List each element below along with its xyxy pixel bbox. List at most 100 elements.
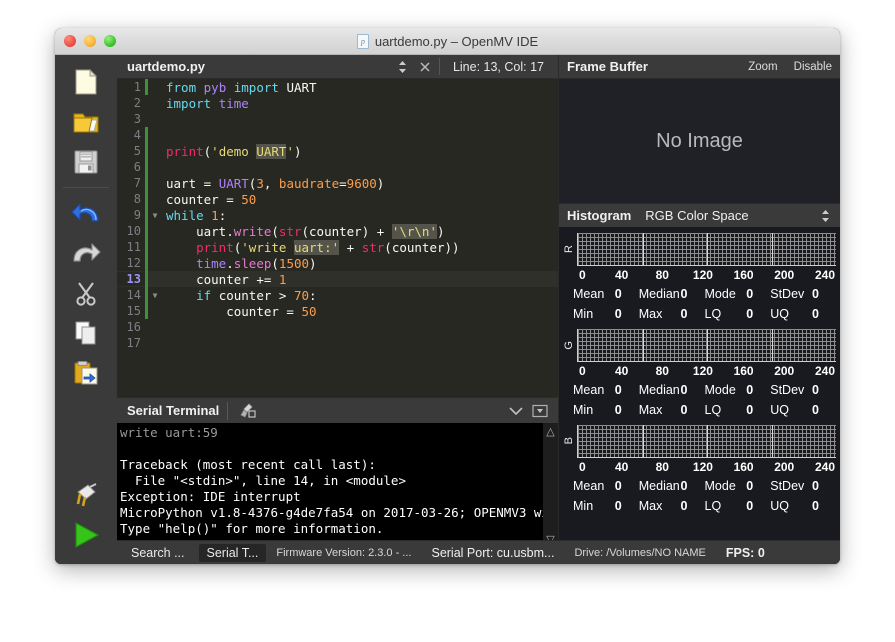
frame-buffer-disable-button[interactable]: Disable xyxy=(786,61,840,73)
change-marker xyxy=(145,191,148,207)
axis-tick-label: 40 xyxy=(614,460,629,474)
stat-value: 0 xyxy=(680,479,688,493)
code-line[interactable]: 9 ▼ while 1: xyxy=(117,207,558,223)
change-marker xyxy=(145,95,148,111)
maximize-window-button[interactable] xyxy=(104,35,116,47)
histogram-x-axis: 0 40 80 120 160 200 240 xyxy=(577,364,836,378)
line-number: 6 xyxy=(117,160,145,174)
code-line[interactable]: 15 counter = 50 xyxy=(117,303,558,319)
collapse-terminal-button[interactable] xyxy=(504,401,528,421)
fold-collapse-icon[interactable]: ▼ xyxy=(148,211,162,220)
code-line[interactable]: 8 counter = 50 xyxy=(117,191,558,207)
cut-button[interactable] xyxy=(65,274,107,312)
histogram-channel: G 0 40 80 120 160 200 240 Mean 0 Median 0 Mode 0 StDev… xyxy=(559,325,840,421)
new-file-button[interactable] xyxy=(65,63,107,101)
change-marker xyxy=(145,335,148,351)
axis-tick-label: 120 xyxy=(692,460,713,474)
axis-tick-label: 80 xyxy=(655,268,669,282)
terminal-line: Type "help()" for more information. xyxy=(120,521,384,536)
editor-tab-label[interactable]: uartdemo.py xyxy=(117,59,205,74)
code-line[interactable]: 4 xyxy=(117,127,558,143)
frame-buffer-title: Frame Buffer xyxy=(567,59,648,74)
clear-terminal-button[interactable] xyxy=(236,401,260,421)
stat-label: Mode xyxy=(704,383,736,397)
histogram-gridline xyxy=(642,232,644,265)
change-marker xyxy=(145,271,148,287)
connect-button[interactable] xyxy=(65,476,107,514)
change-marker xyxy=(145,255,148,271)
serial-port-status: Serial Port: cu.usbm... xyxy=(431,545,555,560)
save-file-button[interactable] xyxy=(65,143,107,181)
change-marker xyxy=(145,319,148,335)
redo-button[interactable] xyxy=(65,234,107,272)
change-marker xyxy=(145,223,148,239)
stat-label: Median xyxy=(638,383,680,397)
code-line[interactable]: 10 uart.write(str(counter) + '\r\n') xyxy=(117,223,558,239)
code-line[interactable]: 17 xyxy=(117,335,558,351)
stat-label: LQ xyxy=(704,307,722,321)
paste-clipboard-icon xyxy=(74,361,98,385)
status-search-button[interactable]: Search ... xyxy=(123,544,193,562)
terminal-vertical-scrollbar[interactable]: △ ▽ xyxy=(543,423,558,548)
serial-terminal-title: Serial Terminal xyxy=(127,403,220,418)
stat-value: 0 xyxy=(614,499,622,513)
histogram-stat-row: Mean 0 Median 0 Mode 0 StDev 0 xyxy=(573,476,836,496)
code-line[interactable]: 11 print('write uart:' + str(counter)) xyxy=(117,239,558,255)
code-line[interactable]: 16 xyxy=(117,319,558,335)
file-switch-dropdown-button[interactable] xyxy=(392,60,414,74)
axis-tick-label: 120 xyxy=(692,268,713,282)
code-text: if counter > 70: xyxy=(196,287,317,303)
frame-buffer-view[interactable]: No Image xyxy=(559,79,840,203)
redo-arrow-icon xyxy=(73,243,101,262)
histogram-colorspace-dropdown-button[interactable] xyxy=(814,209,836,223)
code-line[interactable]: 7 uart = UART(3, baudrate=9600) xyxy=(117,175,558,191)
stat-label: StDev xyxy=(770,479,805,493)
firmware-version-status: Firmware Version: 2.3.0 - ... xyxy=(276,546,412,559)
editor-tab-bar: uartdemo.py Line: 13, Col: 17 xyxy=(117,55,558,79)
axis-tick-label: 160 xyxy=(733,268,754,282)
run-button[interactable] xyxy=(65,516,107,554)
code-line[interactable]: 3 xyxy=(117,111,558,127)
fold-collapse-icon[interactable]: ▼ xyxy=(148,291,162,300)
close-tab-button[interactable] xyxy=(414,61,436,73)
scroll-up-arrow-icon[interactable]: △ xyxy=(546,425,554,438)
line-number: 3 xyxy=(117,112,145,126)
code-line[interactable]: 12 time.sleep(1500) xyxy=(117,255,558,271)
code-line[interactable]: 14 ▼ if counter > 70: xyxy=(117,287,558,303)
histogram-gridline xyxy=(771,424,773,457)
histogram-gridline xyxy=(642,424,644,457)
close-window-button[interactable] xyxy=(64,35,76,47)
status-bar: Search ... Serial T... Firmware Version:… xyxy=(117,540,840,564)
histogram-body: R 0 40 80 120 160 200 240 Mean 0 Median 0 Mode 0 StDev… xyxy=(559,227,840,564)
open-file-button[interactable] xyxy=(65,103,107,141)
stat-label: LQ xyxy=(704,499,722,513)
code-line[interactable]: 2 import time xyxy=(117,95,558,111)
code-line[interactable]: 6 xyxy=(117,159,558,175)
change-marker xyxy=(145,159,148,175)
stat-label: Mode xyxy=(704,287,736,301)
histogram-plot xyxy=(577,328,836,362)
serial-terminal-output-area[interactable]: write uart:59 Traceback (most recent cal… xyxy=(117,423,558,548)
window-title-group: p uartdemo.py – OpenMV IDE xyxy=(55,28,840,55)
line-number: 2 xyxy=(117,96,145,110)
minimize-window-button[interactable] xyxy=(84,35,96,47)
stat-value: 0 xyxy=(746,307,754,321)
code-line[interactable]: 5 print('demo UART') xyxy=(117,143,558,159)
copy-button[interactable] xyxy=(65,314,107,352)
histogram-stat-row: Min 0 Max 0 LQ 0 UQ 0 xyxy=(573,496,836,516)
code-editor[interactable]: 1 from pyb import UART 2 import time 3 4 5 pr… xyxy=(117,79,558,397)
paste-button[interactable] xyxy=(65,354,107,392)
code-line[interactable]: 13 counter += 1 xyxy=(117,271,558,287)
cursor-position-status: Line: 13, Col: 17 xyxy=(452,59,544,74)
histogram-colorspace-value[interactable]: RGB Color Space xyxy=(631,208,748,223)
frame-buffer-zoom-button[interactable]: Zoom xyxy=(740,61,785,73)
code-line[interactable]: 1 from pyb import UART xyxy=(117,79,558,95)
undo-button[interactable] xyxy=(65,194,107,232)
window-titlebar: p uartdemo.py – OpenMV IDE xyxy=(55,28,840,55)
up-down-chevron-icon xyxy=(399,60,407,73)
axis-tick-label: 40 xyxy=(614,364,629,378)
right-panel: Frame Buffer Zoom Disable No Image Histo… xyxy=(558,55,840,564)
line-number: 10 xyxy=(117,224,145,238)
popout-terminal-button[interactable] xyxy=(528,401,552,421)
status-serial-terminal-button[interactable]: Serial T... xyxy=(198,543,267,562)
